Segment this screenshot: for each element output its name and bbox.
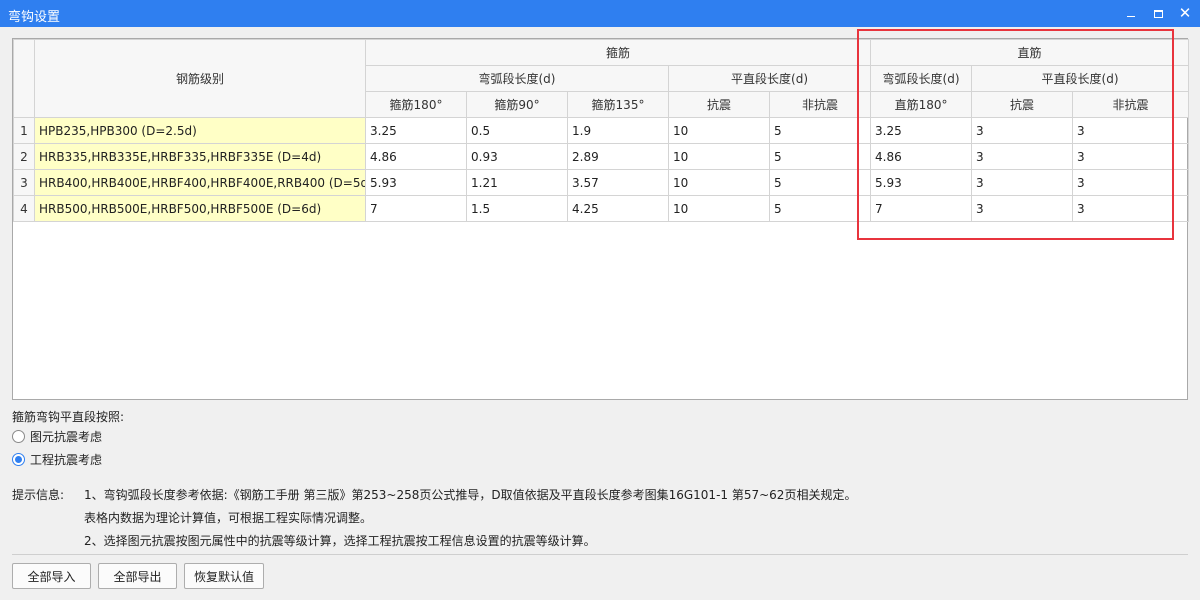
hint-line: 表格内数据为理论计算值，可根据工程实际情况调整。 xyxy=(84,511,373,525)
header-straight-seismic: 抗震 xyxy=(971,91,1074,118)
hook-settings-table: 钢筋级别 箍筋 直筋 弯弧段长度(d) 平直段长度(d) 弯弧段长度(d) 平直… xyxy=(13,39,1190,222)
row-number: 3 xyxy=(13,169,35,196)
header-straight-180: 直筋180° xyxy=(870,91,973,118)
cell-straight-nonseismic[interactable]: 3 xyxy=(1072,143,1190,170)
header-stirrup-nonseismic: 非抗震 xyxy=(768,91,872,118)
grade-cell[interactable]: HRB500,HRB500E,HRBF500,HRBF500E (D=6d) xyxy=(34,195,366,222)
header-stirrup-arc: 弯弧段长度(d) xyxy=(365,65,669,92)
cell-straight-seismic[interactable]: 3 xyxy=(971,195,1074,222)
minimize-button[interactable] xyxy=(1116,0,1146,27)
divider xyxy=(12,554,1188,555)
cell-stirrup-90[interactable]: 0.5 xyxy=(466,117,568,144)
cell-straight-nonseismic[interactable]: 3 xyxy=(1072,195,1190,222)
hint-label: 提示信息: xyxy=(12,488,65,502)
cell-stirrup-180[interactable]: 5.93 xyxy=(365,169,467,196)
row-number: 4 xyxy=(13,195,35,222)
hint-line: 2、选择图元抗震按图元属性中的抗震等级计算，选择工程抗震按工程信息设置的抗震等级… xyxy=(84,534,596,548)
header-straight-bar: 直筋 xyxy=(870,39,1190,66)
grade-cell[interactable]: HRB335,HRB335E,HRBF335,HRBF335E (D=4d) xyxy=(34,143,366,170)
cell-stirrup-90[interactable]: 1.5 xyxy=(466,195,568,222)
window-title: 弯钩设置 xyxy=(8,10,61,25)
cell-stirrup-nonseismic[interactable]: 5 xyxy=(768,117,872,144)
radio-element-seismic[interactable]: 图元抗震考虑 xyxy=(12,428,102,445)
hook-settings-grid[interactable]: 钢筋级别 箍筋 直筋 弯弧段长度(d) 平直段长度(d) 弯弧段长度(d) 平直… xyxy=(12,38,1190,400)
cell-straight-seismic[interactable]: 3 xyxy=(971,117,1074,144)
restore-default-button[interactable]: 恢复默认值 xyxy=(184,563,264,589)
cell-stirrup-seismic[interactable]: 10 xyxy=(668,169,770,196)
hint-line: 1、弯钩弧段长度参考依据:《钢筋工手册 第三版》第253~258页公式推导，D取… xyxy=(84,488,857,502)
cell-stirrup-seismic[interactable]: 10 xyxy=(668,143,770,170)
corner-header xyxy=(13,39,35,118)
header-straight-arc: 弯弧段长度(d) xyxy=(870,65,973,92)
cell-straight-seismic[interactable]: 3 xyxy=(971,169,1074,196)
header-stirrup-135: 箍筋135° xyxy=(567,91,669,118)
stirrup-option-title: 箍筋弯钩平直段按照: xyxy=(12,410,125,424)
header-straight-nonseismic: 非抗震 xyxy=(1072,91,1190,118)
table-row: 3 HRB400,HRB400E,HRBF400,HRBF400E,RRB400… xyxy=(13,169,1190,196)
close-button[interactable]: ✕ xyxy=(1170,0,1200,27)
title-bar: 弯钩设置 ✕ xyxy=(0,0,1200,27)
header-straight-straight: 平直段长度(d) xyxy=(971,65,1190,92)
maximize-button[interactable] xyxy=(1143,0,1173,27)
cell-straight-nonseismic[interactable]: 3 xyxy=(1072,169,1190,196)
cell-stirrup-135[interactable]: 4.25 xyxy=(567,195,669,222)
header-stirrup-straight: 平直段长度(d) xyxy=(667,65,872,92)
cell-stirrup-180[interactable]: 3.25 xyxy=(365,117,467,144)
cell-stirrup-90[interactable]: 1.21 xyxy=(466,169,568,196)
minimize-icon xyxy=(1127,16,1135,17)
header-stirrup: 箍筋 xyxy=(364,39,872,66)
cell-stirrup-90[interactable]: 0.93 xyxy=(466,143,568,170)
table-row: 4 HRB500,HRB500E,HRBF500,HRBF500E (D=6d)… xyxy=(13,195,1190,222)
table-row: 1 HPB235,HPB300 (D=2.5d) 3.25 0.5 1.9 10… xyxy=(13,117,1190,144)
grade-cell[interactable]: HPB235,HPB300 (D=2.5d) xyxy=(34,117,366,144)
cell-straight-180[interactable]: 4.86 xyxy=(870,143,973,170)
import-all-button[interactable]: 全部导入 xyxy=(12,563,91,589)
maximize-icon xyxy=(1153,9,1163,18)
cell-straight-180[interactable]: 3.25 xyxy=(870,117,973,144)
radio-label: 图元抗震考虑 xyxy=(30,430,103,444)
radio-project-seismic[interactable]: 工程抗震考虑 xyxy=(12,451,102,468)
cell-stirrup-180[interactable]: 4.86 xyxy=(365,143,467,170)
cell-stirrup-seismic[interactable]: 10 xyxy=(668,195,770,222)
radio-label: 工程抗震考虑 xyxy=(30,453,103,467)
cell-stirrup-135[interactable]: 2.89 xyxy=(567,143,669,170)
table-row: 2 HRB335,HRB335E,HRBF335,HRBF335E (D=4d)… xyxy=(13,143,1190,170)
row-number: 1 xyxy=(13,117,35,144)
radio-unchecked-icon xyxy=(12,430,25,443)
close-icon: ✕ xyxy=(1178,4,1192,22)
grade-cell[interactable]: HRB400,HRB400E,HRBF400,HRBF400E,RRB400 (… xyxy=(34,169,366,196)
cell-stirrup-nonseismic[interactable]: 5 xyxy=(768,169,872,196)
header-stirrup-90: 箍筋90° xyxy=(466,91,568,118)
cell-straight-seismic[interactable]: 3 xyxy=(971,143,1074,170)
cell-stirrup-180[interactable]: 7 xyxy=(365,195,467,222)
cell-stirrup-seismic[interactable]: 10 xyxy=(668,117,770,144)
cell-stirrup-135[interactable]: 1.9 xyxy=(567,117,669,144)
header-grade: 钢筋级别 xyxy=(34,39,366,118)
header-stirrup-180: 箍筋180° xyxy=(365,91,467,118)
cell-straight-180[interactable]: 7 xyxy=(870,195,973,222)
cell-straight-180[interactable]: 5.93 xyxy=(870,169,973,196)
cell-straight-nonseismic[interactable]: 3 xyxy=(1072,117,1190,144)
radio-checked-icon xyxy=(12,453,25,466)
cell-stirrup-135[interactable]: 3.57 xyxy=(567,169,669,196)
export-all-button[interactable]: 全部导出 xyxy=(98,563,177,589)
cell-stirrup-nonseismic[interactable]: 5 xyxy=(768,143,872,170)
cell-stirrup-nonseismic[interactable]: 5 xyxy=(768,195,872,222)
header-stirrup-seismic: 抗震 xyxy=(668,91,770,118)
row-number: 2 xyxy=(13,143,35,170)
